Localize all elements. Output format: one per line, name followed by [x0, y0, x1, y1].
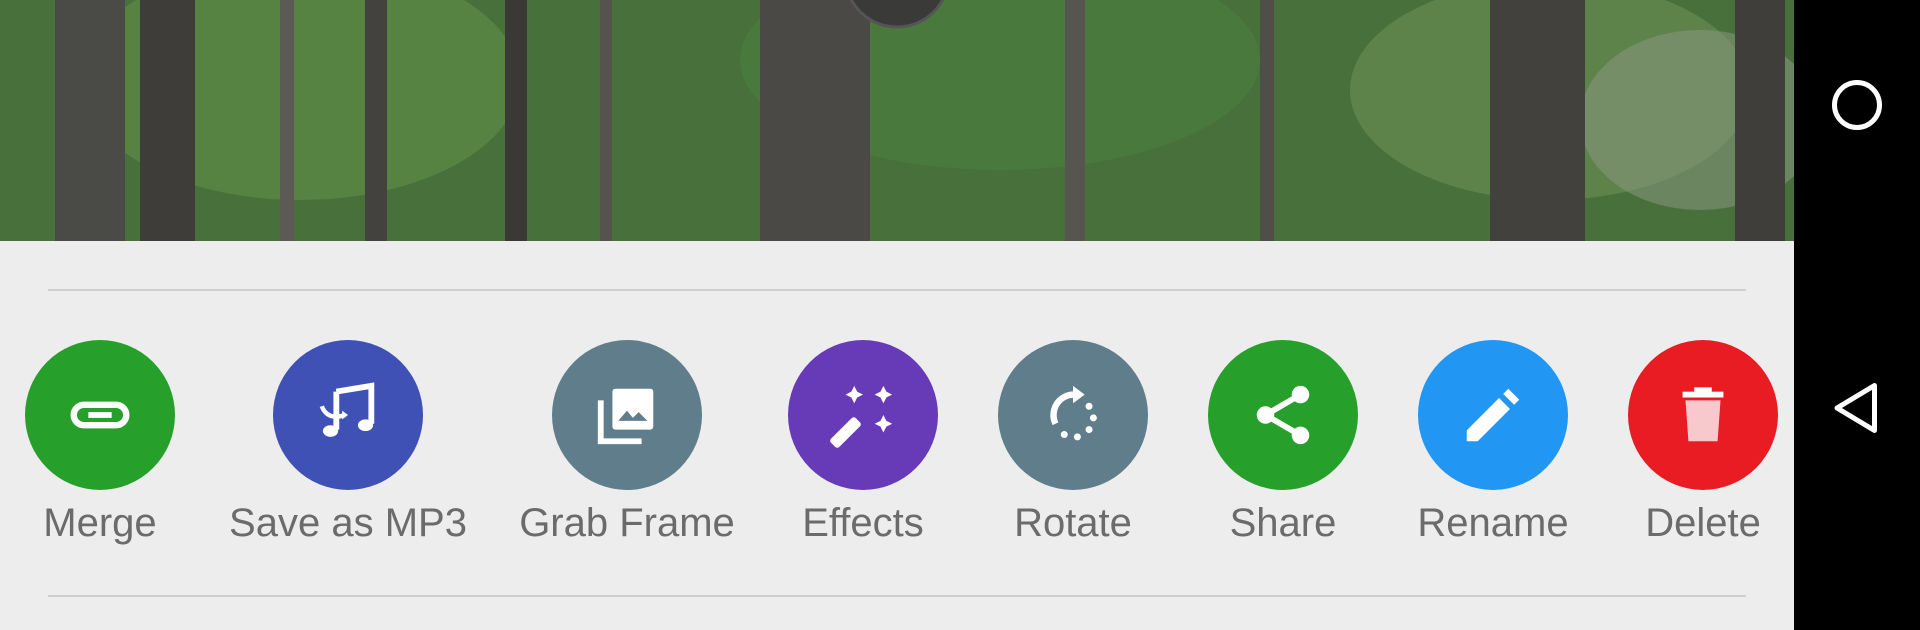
back-triangle-icon — [1834, 383, 1877, 433]
share-circle — [1208, 340, 1358, 490]
system-navigation-bar — [1794, 0, 1920, 630]
save-as-mp3-label: Save as MP3 — [229, 501, 467, 545]
magic-wand-icon — [830, 385, 893, 448]
merge-circle — [25, 340, 175, 490]
rotate-label: Rotate — [1014, 501, 1132, 545]
save-as-mp3-circle — [273, 340, 423, 490]
video-actions-panel: Merge Save as MP3 Grab Frame Effects Rot… — [0, 0, 1794, 630]
delete-button[interactable]: Delete — [1583, 340, 1794, 545]
rotate-button[interactable]: Rotate — [953, 340, 1193, 545]
save-as-mp3-button[interactable]: Save as MP3 — [228, 340, 468, 545]
merge-label: Merge — [43, 501, 157, 545]
music-convert-icon — [319, 382, 375, 437]
app-screen: Merge Save as MP3 Grab Frame Effects Rot… — [0, 0, 1920, 630]
video-preview-image[interactable] — [0, 0, 1794, 241]
merge-button[interactable]: Merge — [0, 340, 220, 545]
photo-library-icon — [597, 388, 654, 445]
share-button[interactable]: Share — [1163, 340, 1403, 545]
pencil-icon — [1466, 388, 1520, 442]
effects-label: Effects — [802, 501, 924, 545]
share-label: Share — [1229, 501, 1337, 545]
forest-scene — [0, 0, 1794, 241]
grab-frame-circle — [552, 340, 702, 490]
delete-circle — [1628, 340, 1778, 490]
trash-icon — [1682, 387, 1724, 442]
link-icon — [70, 401, 130, 429]
delete-label: Delete — [1645, 501, 1761, 545]
rename-label: Rename — [1417, 501, 1569, 545]
grab-frame-label: Grab Frame — [519, 501, 735, 545]
effects-button[interactable]: Effects — [743, 340, 983, 545]
rotate-circle — [998, 340, 1148, 490]
effects-circle — [788, 340, 938, 490]
rotate-icon — [1050, 385, 1097, 441]
rename-button[interactable]: Rename — [1373, 340, 1613, 545]
bottom-divider — [48, 595, 1746, 597]
back-button[interactable] — [1812, 363, 1902, 453]
home-button[interactable] — [1812, 60, 1902, 150]
rename-circle — [1418, 340, 1568, 490]
home-circle-icon — [1832, 80, 1882, 130]
share-icon — [1256, 385, 1310, 445]
top-divider — [48, 289, 1746, 291]
grab-frame-button[interactable]: Grab Frame — [507, 340, 747, 545]
